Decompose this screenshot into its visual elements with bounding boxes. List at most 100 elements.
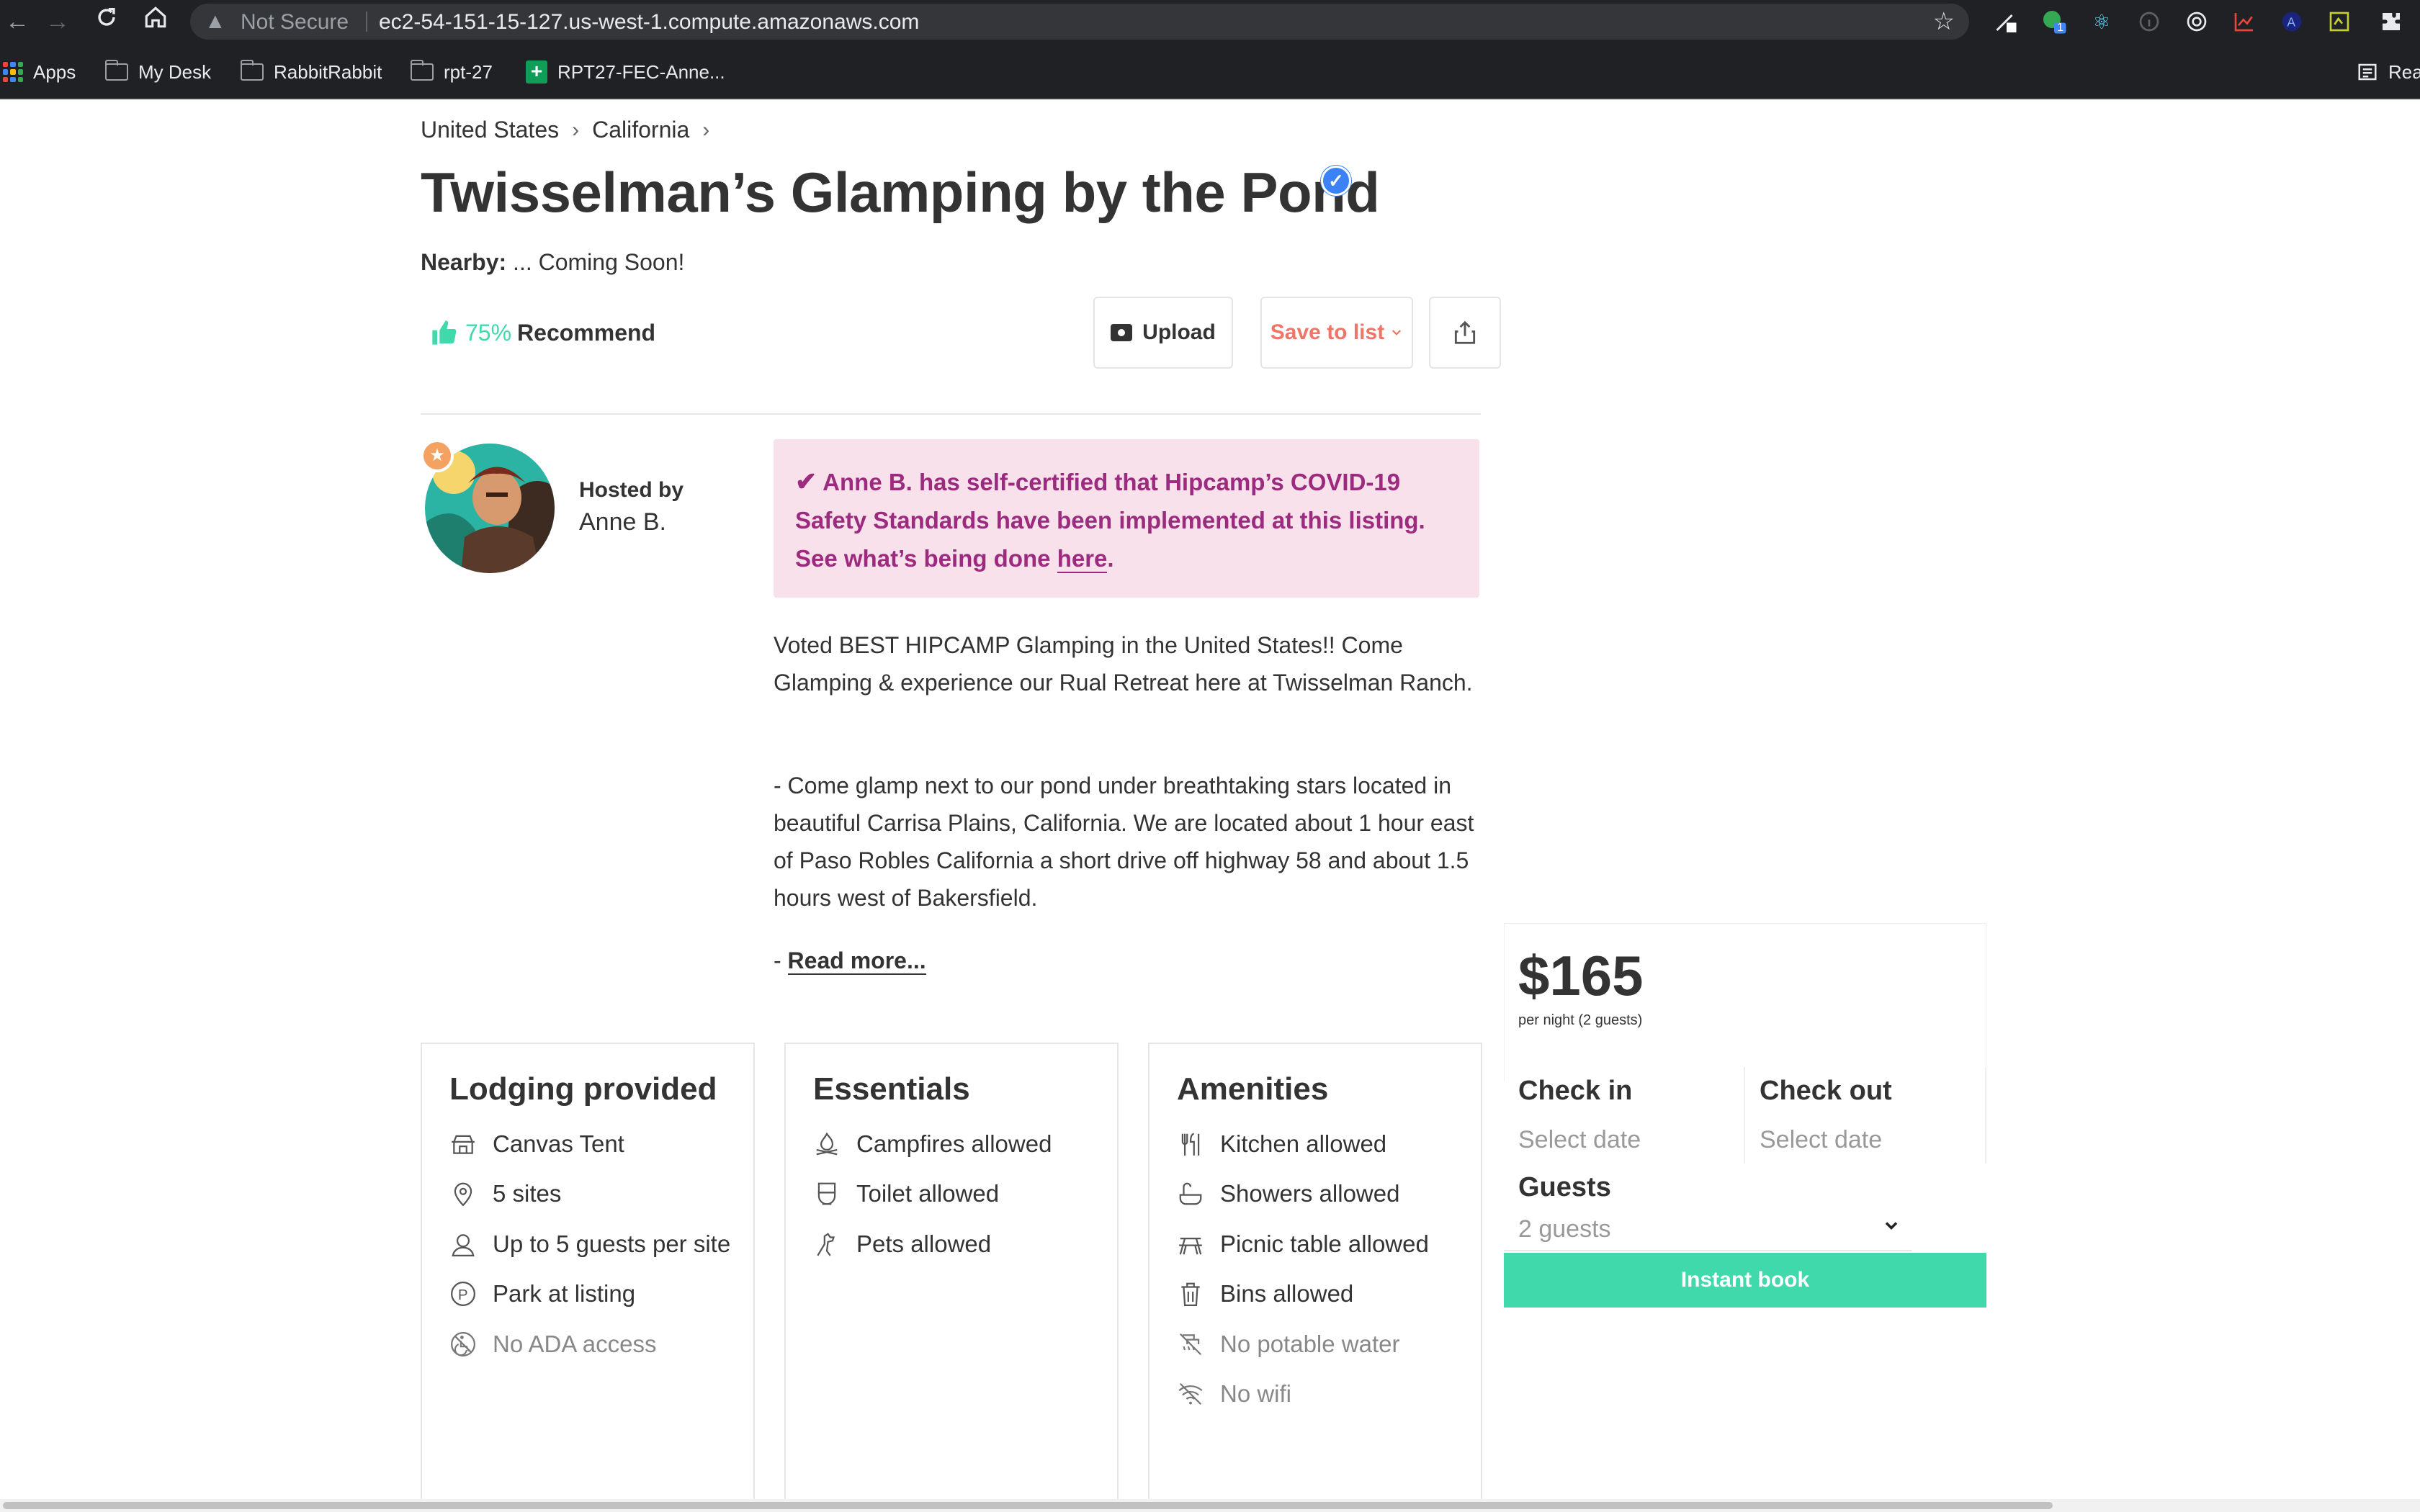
reading-list-icon <box>2358 63 2377 81</box>
date-picker: Check in Select date Check out Select da… <box>1504 1067 1986 1164</box>
home-icon[interactable] <box>138 4 173 39</box>
parking-icon: P <box>449 1280 477 1308</box>
back-arrow-icon[interactable]: ← <box>0 4 35 39</box>
bookmark-my-desk[interactable]: My Desk <box>105 59 211 85</box>
save-label: Save to list <box>1270 320 1385 344</box>
yellow-extension-icon[interactable] <box>2325 7 2354 36</box>
check-out-field[interactable]: Check out Select date <box>1745 1067 1986 1164</box>
covid-link[interactable]: here <box>1057 545 1108 573</box>
amenities-item-label: Bins allowed <box>1220 1280 1354 1308</box>
puzzle-extensions-icon[interactable] <box>2377 7 2406 36</box>
chart-extension-icon[interactable] <box>2230 7 2259 36</box>
read-more-link[interactable]: Read more... <box>787 948 926 975</box>
lodging-item-label: No ADA access <box>493 1330 657 1357</box>
reload-icon[interactable] <box>89 4 124 39</box>
upload-label: Upload <box>1142 320 1216 344</box>
a-extension-icon[interactable]: A <box>2277 7 2306 36</box>
breadcrumb: United States › California › <box>421 117 722 143</box>
description-paragraph-2: - Come glamp next to our pond under brea… <box>774 773 1474 911</box>
bookmark-rabbitrabbit[interactable]: RabbitRabbit <box>241 59 382 85</box>
host-name[interactable]: Anne B. <box>579 508 666 536</box>
chevron-right-icon: › <box>702 117 710 142</box>
info-extension-icon[interactable] <box>2135 7 2164 36</box>
check-in-field[interactable]: Check in Select date <box>1504 1067 1745 1164</box>
upload-button[interactable]: Upload <box>1093 297 1233 369</box>
check-in-value: Select date <box>1518 1126 1641 1153</box>
share-button[interactable] <box>1429 297 1501 369</box>
read-more-prefix: - <box>774 948 788 973</box>
thumbs-up-icon <box>432 320 457 345</box>
listing-title: Twisselman’s Glamping by the Pond <box>421 161 1380 224</box>
amenities-card: Amenities Kitchen allowed Showers allowe… <box>1148 1043 1482 1512</box>
warning-triangle-icon: ▲ <box>205 9 226 33</box>
bookmark-rpt27-fec[interactable]: + RPT27-FEC-Anne... <box>526 59 725 85</box>
guests-label: Guests <box>1518 1172 1611 1202</box>
instant-book-button[interactable]: Instant book <box>1504 1253 1986 1308</box>
essentials-item: Campfires allowed <box>813 1119 1117 1169</box>
nearby-line: Nearby: ... Coming Soon! <box>421 249 684 276</box>
recommend-percent: 75% <box>465 319 512 346</box>
bookmark-rpt-27[interactable]: rpt-27 <box>411 59 493 85</box>
lodging-item: No ADA access <box>449 1319 753 1369</box>
covid-safety-notice: ✔ Anne B. has self-certified that Hipcamp… <box>774 439 1479 598</box>
bookmark-star-icon[interactable]: ☆ <box>1933 7 1955 36</box>
reading-list-button[interactable]: Rea <box>2357 59 2420 85</box>
green-extension-icon[interactable]: 1 <box>2040 7 2069 36</box>
svg-text:A: A <box>2287 15 2295 30</box>
target-extension-icon[interactable] <box>2182 7 2211 36</box>
check-in-label: Check in <box>1518 1076 1633 1106</box>
breadcrumb-state[interactable]: California <box>592 117 689 143</box>
browser-toolbar: ← → ▲ Not Secure ec2-54-151-15-127.us-we… <box>0 0 2420 43</box>
essentials-title: Essentials <box>813 1071 970 1107</box>
amenities-item-label: Kitchen allowed <box>1220 1130 1387 1157</box>
bookmark-label: Apps <box>33 60 76 83</box>
amenities-item: Picnic table allowed <box>1177 1219 1481 1269</box>
lodging-item: P Park at listing <box>449 1269 753 1320</box>
description-paragraph-1: Voted BEST HIPCAMP Glamping in the Unite… <box>774 632 1473 696</box>
essentials-item: Pets allowed <box>813 1219 1117 1269</box>
share-icon <box>1454 320 1476 344</box>
checkmark-icon: ✔ <box>795 467 817 496</box>
address-divider <box>366 12 367 32</box>
scrollbar-thumb[interactable] <box>3 1502 2053 1509</box>
lodging-item: Up to 5 guests per site <box>449 1219 753 1269</box>
amenities-title: Amenities <box>1177 1071 1329 1107</box>
nearby-value: ... Coming Soon! <box>506 249 685 275</box>
amenities-item-label: Picnic table allowed <box>1220 1230 1429 1257</box>
lodging-item-label: Up to 5 guests per site <box>493 1230 731 1257</box>
url-text[interactable]: ec2-54-151-15-127.us-west-1.compute.amaz… <box>379 10 919 35</box>
address-bar[interactable]: ▲ Not Secure ec2-54-151-15-127.us-west-1… <box>190 4 1969 40</box>
svg-text:P: P <box>458 1287 468 1303</box>
bookmark-apps[interactable]: Apps <box>3 59 76 85</box>
no-wifi-icon <box>1177 1380 1204 1408</box>
save-to-list-button[interactable]: Save to list <box>1260 297 1413 369</box>
amenities-item-label: No potable water <box>1220 1330 1400 1357</box>
no-ada-icon <box>449 1331 477 1358</box>
bin-icon <box>1177 1280 1204 1308</box>
folder-icon <box>241 60 264 81</box>
section-divider <box>421 413 1481 415</box>
folder-icon <box>105 60 128 81</box>
forward-arrow-icon[interactable]: → <box>40 4 75 39</box>
sheets-icon: + <box>526 60 547 84</box>
shower-icon <box>1177 1180 1204 1207</box>
amenities-item: Kitchen allowed <box>1177 1119 1481 1169</box>
pen-extension-icon[interactable] <box>1992 7 2021 36</box>
map-pin-icon <box>449 1180 477 1207</box>
bookmark-label: My Desk <box>138 60 212 83</box>
check-out-label: Check out <box>1760 1076 1892 1106</box>
guests-select[interactable]: 2 guests <box>1504 1210 1912 1251</box>
react-devtools-icon[interactable]: ⚛ <box>2087 7 2116 36</box>
amenities-item: No potable water <box>1177 1319 1481 1369</box>
amenities-item-label: Showers allowed <box>1220 1180 1400 1207</box>
chevron-down-icon <box>1392 330 1402 336</box>
essentials-card: Essentials Campfires allowed Toilet allo… <box>784 1043 1119 1512</box>
recommend-rating: 75% Recommend <box>429 318 655 347</box>
kitchen-icon <box>1177 1130 1204 1158</box>
chevron-right-icon: › <box>572 117 580 142</box>
lodging-item-label: Park at listing <box>493 1280 636 1308</box>
breadcrumb-country[interactable]: United States <box>421 117 559 143</box>
nearby-label: Nearby: <box>421 249 507 275</box>
picnic-table-icon <box>1177 1230 1204 1258</box>
read-more: - Read more... <box>774 948 926 975</box>
